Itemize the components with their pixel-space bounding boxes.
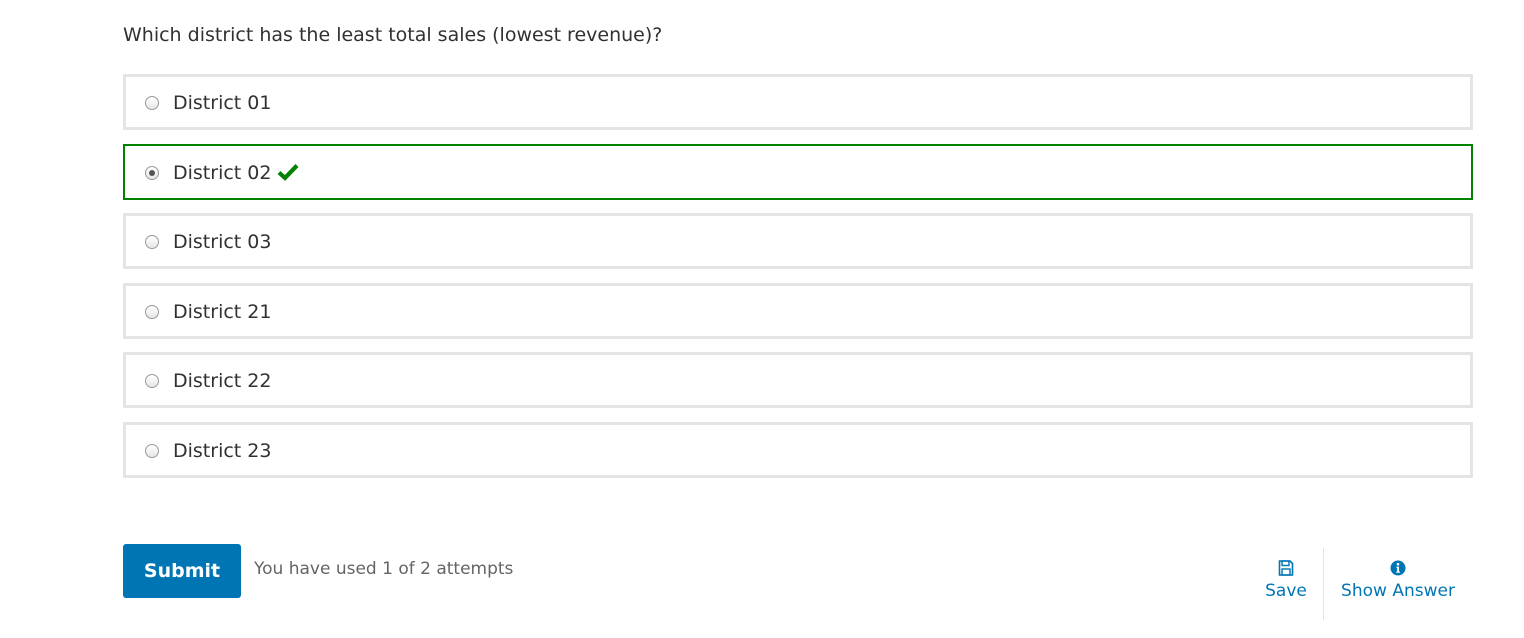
submit-button[interactable]: Submit xyxy=(123,544,241,598)
radio-button[interactable] xyxy=(145,374,159,388)
radio-button[interactable] xyxy=(145,96,159,110)
checkmark-icon xyxy=(278,163,299,181)
radio-button-selected[interactable] xyxy=(145,165,159,180)
choice-label: District 21 xyxy=(173,300,272,323)
info-circle-icon xyxy=(1390,560,1406,576)
choice-label: District 23 xyxy=(173,439,272,462)
choice-list: District 01 District 02 District 03 Dist… xyxy=(123,74,1473,491)
choice-label: District 03 xyxy=(173,231,272,253)
radio-button[interactable] xyxy=(145,443,159,458)
choice-label-text: District 02 xyxy=(173,161,272,184)
floppy-disk-icon xyxy=(1278,560,1294,576)
save-button[interactable]: Save xyxy=(1252,558,1320,601)
show-answer-label: Show Answer xyxy=(1341,581,1455,601)
attempts-status: You have used 1 of 2 attempts xyxy=(254,559,514,579)
question-prompt: Which district has the least total sales… xyxy=(123,24,663,46)
choice-option[interactable]: District 22 xyxy=(123,352,1473,408)
radio-button[interactable] xyxy=(145,235,159,249)
choice-label: District 01 xyxy=(173,92,272,114)
show-answer-button[interactable]: Show Answer xyxy=(1336,558,1460,601)
choice-option[interactable]: District 03 xyxy=(123,213,1473,269)
radio-dot xyxy=(149,169,155,176)
choice-label: District 22 xyxy=(173,370,272,392)
choice-option[interactable]: District 01 xyxy=(123,74,1473,130)
choice-label: District 02 xyxy=(173,161,299,185)
choice-option[interactable]: District 21 xyxy=(123,282,1473,339)
save-label: Save xyxy=(1265,581,1307,601)
choice-option[interactable]: District 23 xyxy=(123,421,1473,478)
choice-option-correct[interactable]: District 02 xyxy=(123,143,1473,200)
action-divider xyxy=(1323,548,1324,620)
radio-button[interactable] xyxy=(145,304,159,319)
